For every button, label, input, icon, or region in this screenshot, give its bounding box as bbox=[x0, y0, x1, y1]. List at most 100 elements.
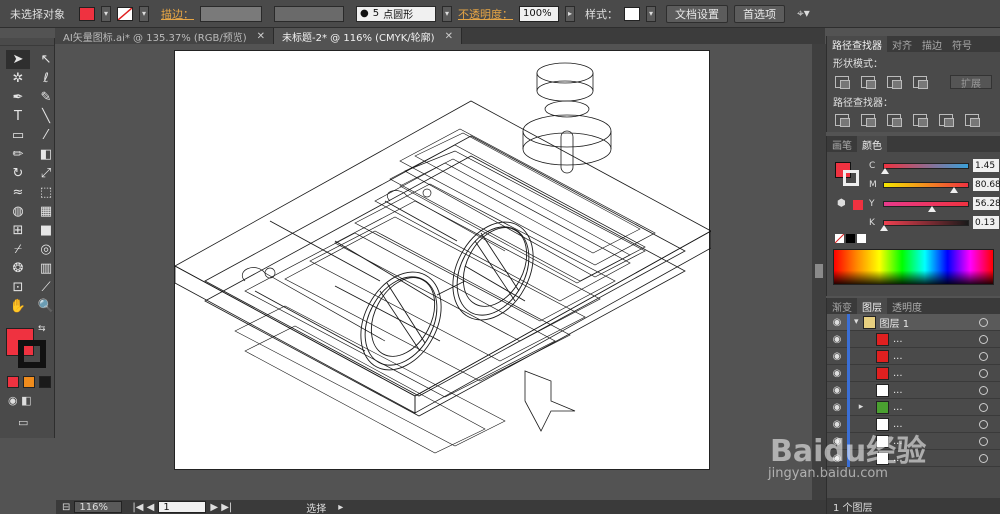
expand-triangle-icon[interactable]: ▸ bbox=[850, 402, 872, 412]
curvature-tool[interactable]: ✎ bbox=[34, 88, 58, 107]
tab-layers[interactable]: 图层 bbox=[857, 298, 887, 314]
slider-knob[interactable] bbox=[928, 205, 937, 212]
sublayer-row[interactable]: ◉... bbox=[827, 330, 1000, 348]
slider-knob[interactable] bbox=[880, 224, 888, 231]
target-icon[interactable] bbox=[979, 334, 988, 344]
eye-icon[interactable]: ◉ bbox=[827, 351, 847, 362]
exclude-icon[interactable] bbox=[913, 76, 928, 89]
channel-value[interactable]: 56.28 bbox=[973, 197, 1000, 210]
blend-tool[interactable]: ◎ bbox=[34, 240, 58, 259]
divide-icon[interactable] bbox=[835, 114, 850, 127]
trim-icon[interactable] bbox=[861, 114, 876, 127]
zoom-field[interactable]: 116% bbox=[74, 501, 123, 513]
paintbrush-tool[interactable]: ⁄ bbox=[34, 126, 58, 145]
channel-slider[interactable] bbox=[883, 200, 969, 212]
close-icon[interactable]: ✕ bbox=[445, 31, 453, 42]
fill-stroke-widget[interactable] bbox=[6, 328, 46, 368]
fill-swatch[interactable] bbox=[79, 6, 95, 21]
target-icon[interactable] bbox=[979, 368, 988, 378]
panel-grip[interactable] bbox=[0, 38, 54, 46]
opacity-input[interactable]: 100% bbox=[519, 5, 559, 22]
document-setup-button[interactable]: 文档设置 bbox=[666, 4, 728, 23]
channel-value[interactable]: 0.13 bbox=[973, 216, 999, 229]
tab-pathfinder[interactable]: 路径查找器 bbox=[827, 36, 887, 52]
eye-icon[interactable]: ◉ bbox=[827, 419, 847, 430]
pencil-tool[interactable]: ✏ bbox=[6, 145, 30, 164]
sublayer-row[interactable]: ◉ ▸... bbox=[827, 398, 1000, 416]
color-spectrum[interactable] bbox=[833, 249, 994, 285]
vertical-scrollbar[interactable] bbox=[812, 44, 826, 502]
color-stroke-box[interactable] bbox=[843, 170, 859, 186]
screen-mode-icon[interactable]: ▭ bbox=[18, 416, 28, 429]
target-icon[interactable] bbox=[979, 419, 988, 429]
eye-icon[interactable]: ◉ bbox=[827, 368, 847, 379]
none-swatch[interactable] bbox=[835, 234, 844, 243]
expand-button[interactable]: 扩展 bbox=[950, 75, 992, 90]
opacity-dropdown-arrow[interactable]: ▸ bbox=[565, 5, 575, 22]
slider-knob[interactable] bbox=[881, 167, 890, 174]
shape-builder-tool[interactable]: ◍ bbox=[6, 202, 30, 221]
hand-tool[interactable]: ✋ bbox=[6, 297, 30, 316]
style-swatch[interactable] bbox=[624, 6, 640, 21]
channel-slider[interactable] bbox=[881, 162, 969, 174]
selection-tool[interactable]: ➤ bbox=[6, 50, 30, 69]
brush-definition[interactable]: ● 5 点圆形 bbox=[356, 5, 436, 22]
sublayer-row[interactable]: ◉... bbox=[827, 381, 1000, 399]
channel-value[interactable]: 1.45 bbox=[973, 159, 999, 172]
sublayer-row[interactable]: ◉... bbox=[827, 347, 1000, 365]
width-tool[interactable]: ≈ bbox=[6, 183, 30, 202]
channel-value[interactable]: 80.68 bbox=[973, 178, 1000, 191]
target-icon[interactable] bbox=[979, 402, 988, 412]
gamut-swatch[interactable] bbox=[853, 200, 863, 210]
crop-icon[interactable] bbox=[913, 114, 928, 127]
slice-tool[interactable]: ⟋ bbox=[34, 278, 58, 297]
tab-color[interactable]: 颜色 bbox=[857, 136, 887, 152]
eye-icon[interactable]: ◉ bbox=[827, 317, 847, 328]
rotate-tool[interactable]: ↻ bbox=[6, 164, 30, 183]
eyedropper-tool[interactable]: ⌿ bbox=[6, 240, 30, 259]
brush-dropdown-arrow[interactable]: ▾ bbox=[442, 5, 452, 22]
stroke-swatch[interactable] bbox=[117, 6, 133, 21]
free-transform-tool[interactable]: ⬚ bbox=[34, 183, 58, 202]
mesh-tool[interactable]: ⊞ bbox=[6, 221, 30, 240]
opacity-label[interactable]: 不透明度： bbox=[458, 6, 513, 22]
type-tool[interactable]: T bbox=[6, 107, 30, 126]
artboard-tool[interactable]: ⊡ bbox=[6, 278, 30, 297]
status-icon[interactable]: ⊟ bbox=[62, 502, 70, 513]
channel-slider[interactable] bbox=[880, 219, 969, 231]
perspective-grid-tool[interactable]: ▦ bbox=[34, 202, 58, 221]
scrollbar-thumb[interactable] bbox=[815, 264, 823, 278]
line-tool[interactable]: ╲ bbox=[34, 107, 58, 126]
next-page-icon[interactable]: ▶ ▶| bbox=[210, 502, 232, 513]
minus-back-icon[interactable] bbox=[965, 114, 980, 127]
lasso-tool[interactable]: ℓ bbox=[34, 69, 58, 88]
minus-front-icon[interactable] bbox=[861, 76, 876, 89]
symbol-sprayer-tool[interactable]: ❂ bbox=[6, 259, 30, 278]
sublayer-row[interactable]: ◉... bbox=[827, 415, 1000, 433]
expand-triangle-icon[interactable]: ▾ bbox=[854, 317, 859, 327]
outline-icon[interactable] bbox=[939, 114, 954, 127]
tab-brushes[interactable]: 画笔 bbox=[827, 136, 857, 152]
sublayer-row[interactable]: ◉... bbox=[827, 449, 1000, 467]
white-swatch[interactable] bbox=[857, 234, 866, 243]
black-swatch[interactable] bbox=[846, 234, 855, 243]
eye-icon[interactable]: ◉ bbox=[827, 436, 847, 447]
canvas-area[interactable] bbox=[56, 44, 812, 502]
eye-icon[interactable]: ◉ bbox=[827, 334, 847, 345]
tab-transparency[interactable]: 透明度 bbox=[887, 298, 927, 314]
stroke-color-box[interactable] bbox=[18, 340, 46, 368]
stroke-dropdown-arrow[interactable]: ▾ bbox=[139, 5, 149, 22]
none-mode-swatch[interactable] bbox=[39, 376, 51, 388]
unite-icon[interactable] bbox=[835, 76, 850, 89]
merge-icon[interactable] bbox=[887, 114, 902, 127]
eye-icon[interactable]: ◉ bbox=[827, 453, 847, 464]
pen-tool[interactable]: ✒ bbox=[6, 88, 30, 107]
arrange-icon[interactable]: ⌖▾ bbox=[797, 6, 810, 21]
style-dropdown-arrow[interactable]: ▾ bbox=[646, 5, 656, 22]
eye-icon[interactable]: ◉ bbox=[827, 385, 847, 396]
gradient-tool[interactable]: ■ bbox=[34, 221, 58, 240]
magic-wand-tool[interactable]: ✲ bbox=[6, 69, 30, 88]
fill-dropdown-arrow[interactable]: ▾ bbox=[101, 5, 111, 22]
sublayer-row[interactable]: ◉... bbox=[827, 364, 1000, 382]
close-icon[interactable]: ✕ bbox=[257, 31, 265, 42]
